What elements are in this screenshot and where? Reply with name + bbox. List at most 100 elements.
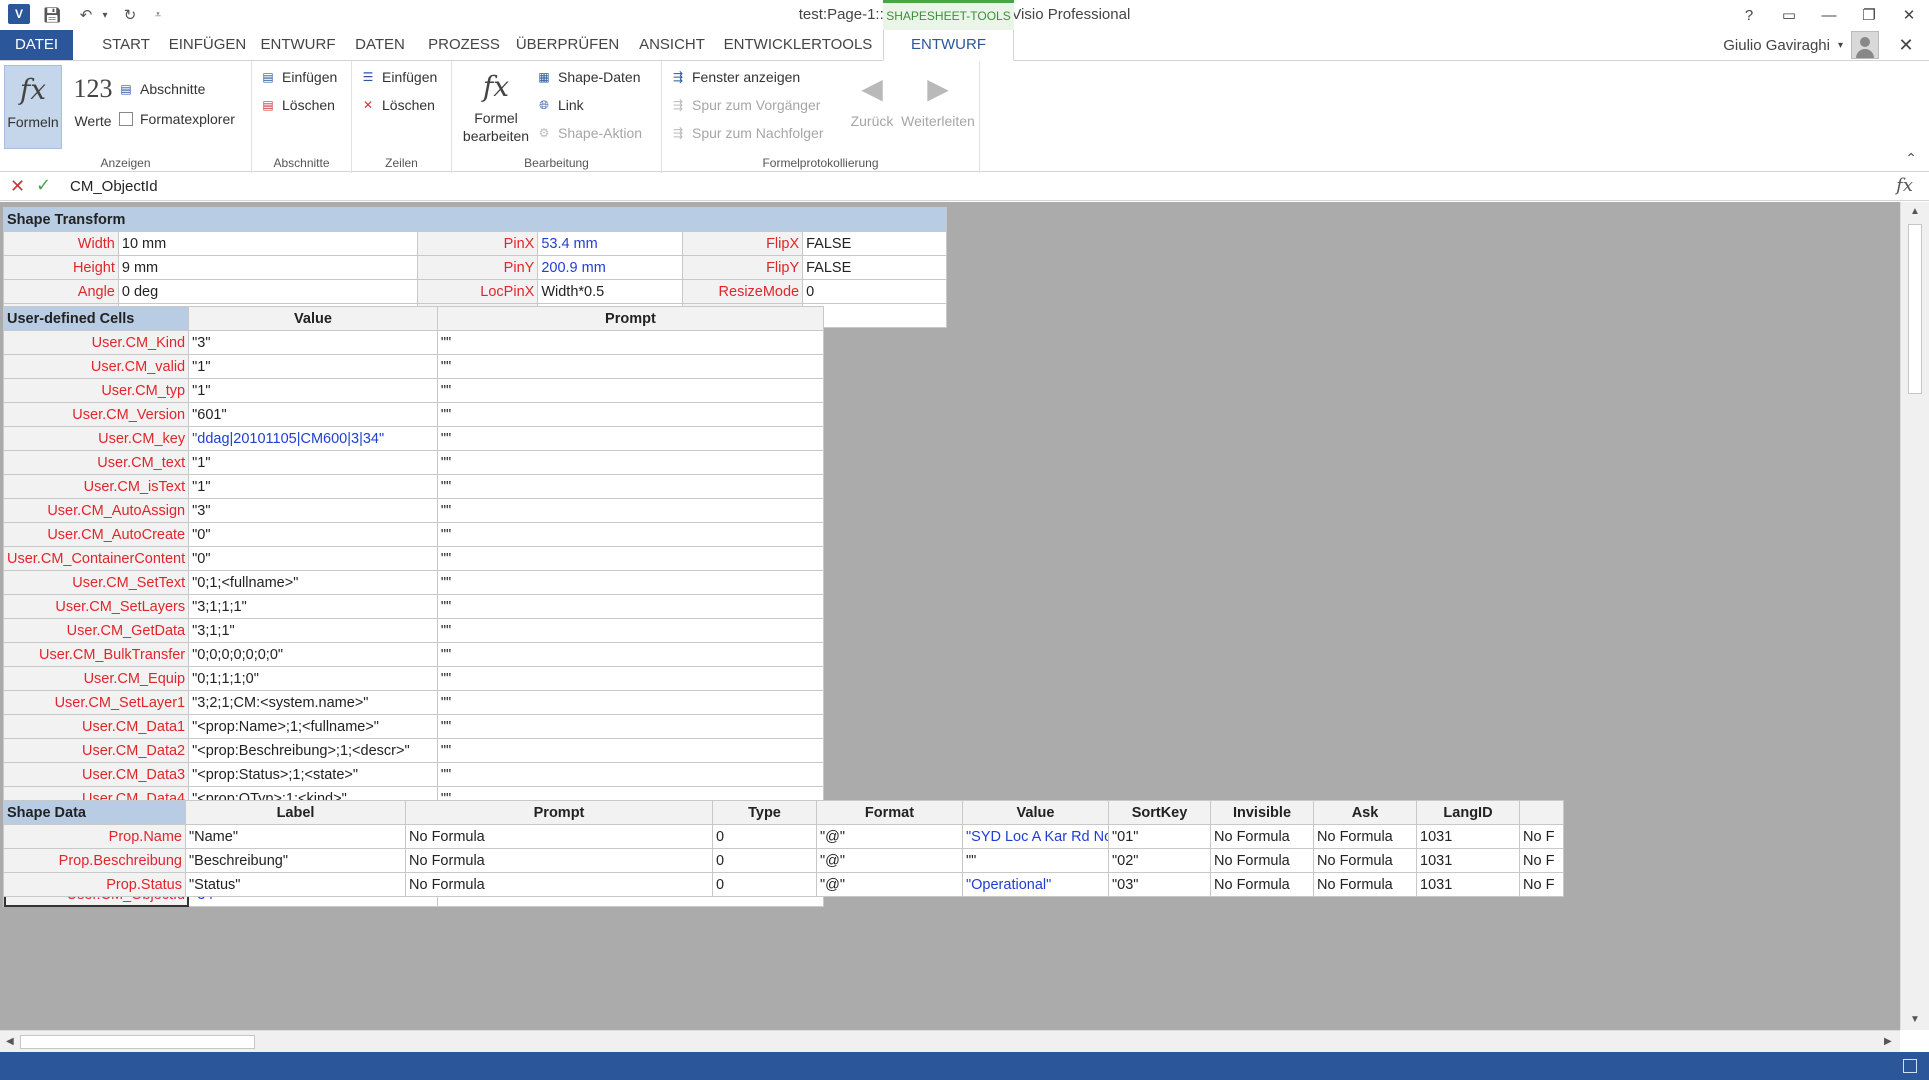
- column-header[interactable]: Prompt: [436, 306, 825, 331]
- weiterleiten-button[interactable]: ▶ Weiterleiten: [898, 65, 978, 149]
- cell-value[interactable]: FALSE: [802, 231, 947, 256]
- user-account[interactable]: Giulio Gaviraghi ▾: [1723, 30, 1879, 60]
- column-header[interactable]: Ask: [1313, 800, 1417, 825]
- data-cell[interactable]: "Operational": [962, 872, 1109, 897]
- accept-formula-icon[interactable]: ✓: [36, 175, 51, 196]
- data-cell[interactable]: No Formula: [1210, 824, 1314, 849]
- row-name[interactable]: User.CM_AutoAssign: [2, 498, 190, 523]
- scroll-left-icon[interactable]: ◀: [6, 1036, 14, 1047]
- value-cell[interactable]: "601": [188, 402, 438, 427]
- column-header[interactable]: Label: [185, 800, 406, 825]
- cell-value[interactable]: 9 mm: [117, 255, 419, 280]
- cancel-formula-icon[interactable]: ✕: [10, 176, 25, 197]
- column-header[interactable]: Value: [188, 306, 438, 331]
- prompt-cell[interactable]: "": [436, 570, 825, 595]
- data-cell[interactable]: No F: [1519, 824, 1564, 849]
- data-cell[interactable]: "02": [1108, 848, 1211, 873]
- tab-entwurf[interactable]: ENTWURF: [254, 30, 342, 60]
- data-cell[interactable]: "Status": [185, 872, 406, 897]
- data-cell[interactable]: 0: [712, 848, 817, 873]
- tab-ueberpruefen[interactable]: ÜBERPRÜFEN: [510, 30, 625, 60]
- row-name[interactable]: User.CM_GetData: [2, 618, 190, 643]
- data-cell[interactable]: No Formula: [1313, 872, 1417, 897]
- formatexplorer-checkbox[interactable]: Formatexplorer: [116, 107, 235, 131]
- tab-start[interactable]: START: [90, 30, 162, 60]
- row-name[interactable]: User.CM_SetLayers: [2, 594, 190, 619]
- row-name[interactable]: User.CM_SetLayer1: [2, 690, 190, 715]
- row-name[interactable]: User.CM_ContainerContent: [2, 546, 190, 571]
- row-name[interactable]: Prop.Status: [3, 872, 186, 897]
- scroll-down-icon[interactable]: ▼: [1910, 1014, 1920, 1025]
- prompt-cell[interactable]: "": [436, 594, 825, 619]
- spur-nachfolger-button[interactable]: ⇶ Spur zum Nachfolger: [668, 121, 824, 145]
- tab-prozess[interactable]: PROZESS: [420, 30, 508, 60]
- cell-name[interactable]: FlipX: [682, 231, 804, 256]
- avatar[interactable]: [1851, 31, 1879, 59]
- cell-value[interactable]: Width*0.5: [537, 279, 684, 304]
- data-cell[interactable]: No Formula: [405, 824, 713, 849]
- ribbon-display-options-button[interactable]: ▭: [1769, 0, 1809, 30]
- cell-value[interactable]: 200.9 mm: [537, 255, 684, 280]
- column-header[interactable]: Type: [712, 800, 817, 825]
- data-cell[interactable]: 0: [712, 872, 817, 897]
- value-cell[interactable]: "1": [188, 378, 438, 403]
- row-name[interactable]: User.CM_Data2: [2, 738, 190, 763]
- value-cell[interactable]: "3": [188, 330, 438, 355]
- prompt-cell[interactable]: "": [436, 450, 825, 475]
- tab-entwicklertools[interactable]: ENTWICKLERTOOLS: [718, 30, 878, 60]
- value-cell[interactable]: "0;0;0;0;0;0;0": [188, 642, 438, 667]
- vertical-scroll-thumb[interactable]: [1908, 224, 1922, 394]
- row-name[interactable]: User.CM_Kind: [2, 330, 190, 355]
- minimize-button[interactable]: —: [1809, 0, 1849, 30]
- row-name[interactable]: User.CM_typ: [2, 378, 190, 403]
- data-cell[interactable]: No Formula: [1210, 872, 1314, 897]
- horizontal-scrollbar[interactable]: ◀ ▶: [0, 1030, 1900, 1052]
- data-cell[interactable]: No F: [1519, 872, 1564, 897]
- abschnitte-view-button[interactable]: ▤ Abschnitte: [116, 77, 205, 101]
- cell-name[interactable]: ResizeMode: [682, 279, 804, 304]
- cell-name[interactable]: PinX: [417, 231, 539, 256]
- value-cell[interactable]: "<prop:Beschreibung>;1;<descr>": [188, 738, 438, 763]
- prompt-cell[interactable]: "": [436, 618, 825, 643]
- value-cell[interactable]: "3;2;1;CM:<system.name>": [188, 690, 438, 715]
- user-dropdown-icon[interactable]: ▾: [1838, 40, 1843, 51]
- value-cell[interactable]: "0": [188, 522, 438, 547]
- data-cell[interactable]: No Formula: [1210, 848, 1314, 873]
- data-cell[interactable]: No F: [1519, 848, 1564, 873]
- data-cell[interactable]: "@": [816, 824, 963, 849]
- row-name[interactable]: User.CM_BulkTransfer: [2, 642, 190, 667]
- formeln-button[interactable]: fx Formeln: [4, 65, 62, 149]
- data-cell[interactable]: "03": [1108, 872, 1211, 897]
- value-cell[interactable]: "1": [188, 354, 438, 379]
- formula-input[interactable]: CM_ObjectId: [66, 176, 1886, 198]
- data-cell[interactable]: "@": [816, 848, 963, 873]
- row-name[interactable]: User.CM_Equip: [2, 666, 190, 691]
- value-cell[interactable]: "ddag|20101105|CM600|3|34": [188, 426, 438, 451]
- data-cell[interactable]: "Beschreibung": [185, 848, 406, 873]
- spur-vorgaenger-button[interactable]: ⇶ Spur zum Vorgänger: [668, 93, 820, 117]
- row-name[interactable]: User.CM_SetText: [2, 570, 190, 595]
- data-cell[interactable]: No Formula: [1313, 824, 1417, 849]
- abschnitt-einfuegen-button[interactable]: ▤ Einfügen: [258, 65, 337, 89]
- prompt-cell[interactable]: "": [436, 378, 825, 403]
- column-header[interactable]: Prompt: [405, 800, 713, 825]
- prompt-cell[interactable]: "": [436, 330, 825, 355]
- value-cell[interactable]: "3": [188, 498, 438, 523]
- prompt-cell[interactable]: "": [436, 474, 825, 499]
- prompt-cell[interactable]: "": [436, 426, 825, 451]
- shape-daten-button[interactable]: ▦ Shape-Daten: [534, 65, 640, 89]
- prompt-cell[interactable]: "": [436, 642, 825, 667]
- column-header[interactable]: LangID: [1416, 800, 1520, 825]
- data-cell[interactable]: "Name": [185, 824, 406, 849]
- cell-name[interactable]: Angle: [3, 279, 119, 304]
- row-name[interactable]: User.CM_text: [2, 450, 190, 475]
- help-button[interactable]: ?: [1729, 0, 1769, 30]
- column-header[interactable]: Invisible: [1210, 800, 1314, 825]
- value-cell[interactable]: "3;1;1": [188, 618, 438, 643]
- link-button[interactable]: 🌐︎ Link: [534, 93, 584, 117]
- checkbox-icon[interactable]: [119, 112, 133, 126]
- close-document-button[interactable]: ✕: [1891, 30, 1921, 60]
- column-header[interactable]: [1519, 800, 1564, 825]
- abschnitt-loeschen-button[interactable]: ▤ Löschen: [258, 93, 335, 117]
- tab-einfuegen[interactable]: EINFÜGEN: [160, 30, 255, 60]
